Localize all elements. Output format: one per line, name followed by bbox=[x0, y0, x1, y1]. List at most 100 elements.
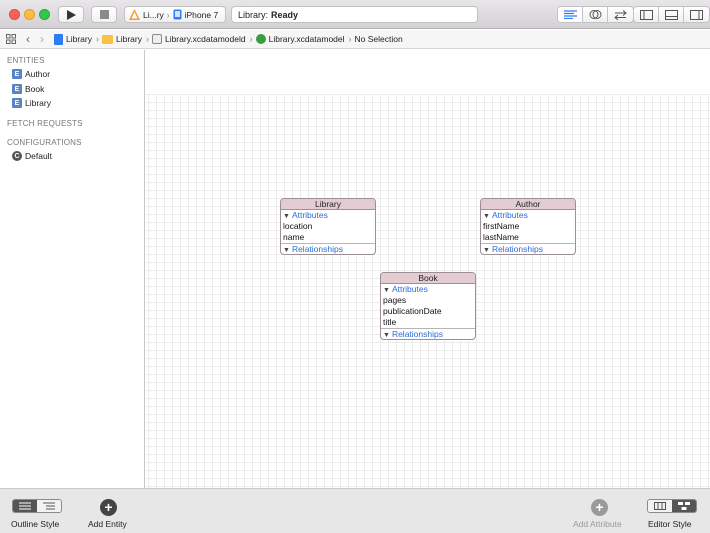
attributes-section-toggle[interactable]: ▼ Attributes bbox=[381, 284, 475, 295]
configuration-icon: C bbox=[12, 151, 22, 161]
entity-icon: E bbox=[12, 98, 22, 108]
attributes-section-toggle[interactable]: ▼ Attributes bbox=[281, 210, 375, 221]
standard-editor-icon bbox=[563, 10, 577, 19]
sidebar-item-label: Author bbox=[25, 69, 51, 79]
add-entity-button[interactable]: + bbox=[100, 499, 117, 516]
version-editor-icon bbox=[614, 9, 627, 20]
attribute-row[interactable]: lastName bbox=[481, 232, 575, 243]
breadcrumb-label: Library bbox=[115, 34, 142, 44]
device-icon bbox=[173, 9, 182, 20]
relationships-label: Relationships bbox=[491, 244, 543, 254]
table-style-button[interactable] bbox=[13, 500, 37, 512]
attribute-row[interactable]: location bbox=[281, 221, 375, 232]
status-prefix: Library: bbox=[238, 9, 269, 20]
disclosure-triangle-icon: ▼ bbox=[283, 247, 290, 254]
chevron-right-icon: › bbox=[145, 34, 149, 44]
editor-style-label: Editor Style bbox=[648, 519, 692, 529]
attributes-label: Attributes bbox=[291, 210, 328, 220]
outline-style-segment[interactable] bbox=[12, 499, 62, 513]
entity-box-book[interactable]: Book ▼ Attributes pages publicationDate t… bbox=[380, 272, 476, 340]
sidebar-item-default-configuration[interactable]: C Default bbox=[12, 150, 52, 162]
editor-bottom-bar: Outline Style + Add Entity + Add Attribu… bbox=[0, 488, 710, 533]
add-attribute-button[interactable]: + bbox=[591, 499, 608, 516]
back-arrow-icon[interactable]: ‹ bbox=[26, 32, 30, 46]
breadcrumb-group[interactable]: Library bbox=[101, 34, 142, 44]
attribute-row[interactable]: publicationDate bbox=[381, 306, 475, 317]
standard-editor-button[interactable] bbox=[558, 7, 583, 22]
version-editor-button[interactable] bbox=[608, 7, 633, 22]
run-button[interactable] bbox=[58, 6, 84, 23]
disclosure-triangle-icon: ▼ bbox=[383, 287, 390, 294]
breadcrumb-datamodeld[interactable]: Library.xcdatamodeld bbox=[151, 34, 246, 44]
plus-icon: + bbox=[104, 499, 113, 515]
entity-title: Author bbox=[481, 199, 575, 210]
assistant-editor-icon bbox=[589, 10, 601, 19]
graph-editor-style-button[interactable] bbox=[672, 500, 696, 512]
graph-icon bbox=[678, 502, 690, 510]
configurations-section-header: CONFIGURATIONS bbox=[7, 138, 82, 147]
disclosure-triangle-icon: ▼ bbox=[483, 213, 490, 220]
sidebar-item-author[interactable]: E Author bbox=[12, 68, 50, 80]
window-toolbar: Li...ry › iPhone 7 Library: Ready bbox=[0, 0, 710, 29]
folder-icon bbox=[101, 34, 113, 44]
entity-box-author[interactable]: Author ▼ Attributes firstName lastName ▼ R… bbox=[480, 198, 576, 255]
disclosure-triangle-icon: ▼ bbox=[283, 213, 290, 220]
attribute-row[interactable]: pages bbox=[381, 295, 475, 306]
editor-mode-segment bbox=[557, 6, 634, 23]
breadcrumb-datamodel[interactable]: Library.xcdatamodel bbox=[255, 34, 345, 44]
add-entity-label: Add Entity bbox=[88, 519, 127, 529]
attributes-label: Attributes bbox=[391, 284, 428, 294]
sidebar-item-label: Default bbox=[25, 151, 52, 161]
attribute-row[interactable]: firstName bbox=[481, 221, 575, 232]
zoom-window-button[interactable] bbox=[39, 9, 50, 20]
bottom-panel-icon bbox=[664, 9, 678, 20]
relationships-label: Relationships bbox=[291, 244, 343, 254]
relationships-section-toggle[interactable]: ▼ Relationships bbox=[481, 243, 575, 254]
attribute-row[interactable]: name bbox=[281, 232, 375, 243]
add-attribute-label: Add Attribute bbox=[573, 519, 622, 529]
relationships-label: Relationships bbox=[391, 329, 443, 339]
table-editor-style-button[interactable] bbox=[648, 500, 672, 512]
scheme-device-name: iPhone 7 bbox=[184, 9, 219, 20]
breadcrumb-selection[interactable]: No Selection bbox=[355, 34, 403, 44]
related-items-grid-icon[interactable] bbox=[6, 34, 16, 44]
relationships-section-toggle[interactable]: ▼ Relationships bbox=[281, 243, 375, 254]
attribute-row[interactable]: title bbox=[381, 317, 475, 328]
toggle-navigator-button[interactable] bbox=[634, 7, 659, 22]
sidebar-item-library[interactable]: E Library bbox=[12, 97, 51, 109]
diagram-canvas[interactable]: Library ▼ Attributes location name ▼ Relat… bbox=[146, 50, 710, 488]
breadcrumb-label: Library bbox=[66, 34, 92, 44]
disclosure-triangle-icon: ▼ bbox=[483, 247, 490, 254]
left-panel-icon bbox=[639, 9, 653, 20]
sidebar-item-book[interactable]: E Book bbox=[12, 83, 44, 95]
entity-icon: E bbox=[12, 69, 22, 79]
entity-box-library[interactable]: Library ▼ Attributes location name ▼ Relat… bbox=[280, 198, 376, 255]
plus-icon: + bbox=[595, 499, 604, 515]
fetch-requests-section-header: FETCH REQUESTS bbox=[7, 119, 83, 128]
panel-toggle-segment bbox=[633, 6, 710, 23]
breadcrumb-label: No Selection bbox=[354, 34, 403, 44]
breadcrumb-project[interactable]: Library bbox=[54, 33, 92, 45]
indented-list-icon bbox=[43, 502, 55, 510]
status-value: Ready bbox=[271, 9, 299, 20]
right-panel-icon bbox=[690, 9, 703, 20]
forward-arrow-icon[interactable]: › bbox=[40, 32, 44, 46]
close-window-button[interactable] bbox=[9, 9, 20, 20]
attributes-section-toggle[interactable]: ▼ Attributes bbox=[481, 210, 575, 221]
minimize-window-button[interactable] bbox=[24, 9, 35, 20]
scheme-selector[interactable]: Li...ry › iPhone 7 bbox=[124, 6, 226, 23]
toggle-utilities-button[interactable] bbox=[684, 7, 709, 22]
stop-button[interactable] bbox=[91, 6, 117, 23]
entity-icon: E bbox=[12, 84, 22, 94]
toggle-debug-area-button[interactable] bbox=[659, 7, 684, 22]
breadcrumb-label: Library.xcdatamodeld bbox=[164, 34, 246, 44]
canvas-blank-margin bbox=[146, 50, 710, 94]
hierarchy-style-button[interactable] bbox=[37, 500, 61, 512]
breadcrumb-label: Library.xcdatamodel bbox=[268, 34, 345, 44]
assistant-editor-button[interactable] bbox=[583, 7, 608, 22]
editor-style-segment[interactable] bbox=[647, 499, 697, 513]
disclosure-triangle-icon: ▼ bbox=[383, 332, 390, 339]
sidebar-item-label: Library bbox=[25, 98, 51, 108]
relationships-section-toggle[interactable]: ▼ Relationships bbox=[381, 328, 475, 339]
outline-style-label: Outline Style bbox=[11, 519, 60, 529]
